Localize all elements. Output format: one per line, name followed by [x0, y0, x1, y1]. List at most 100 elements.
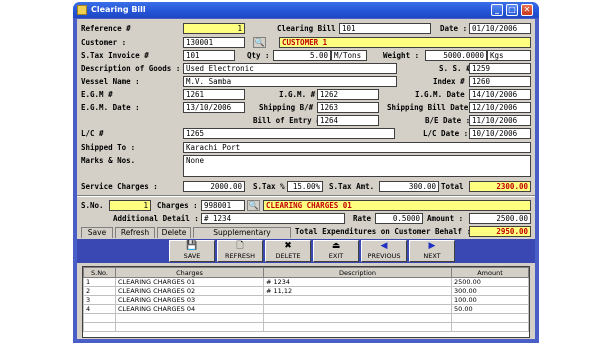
lc-field[interactable]: 1265	[183, 128, 395, 139]
charges-search-icon[interactable]: 🔍	[247, 200, 260, 211]
charges-grid[interactable]: S.No. Charges Description Amount 1 CLEARI…	[82, 266, 530, 338]
shipping-date-field[interactable]: 12/10/2006	[469, 102, 531, 113]
amount-label: Amount :	[427, 214, 464, 223]
shipping-field[interactable]: 1263	[317, 102, 379, 113]
window-title: Clearing Bill	[91, 5, 146, 14]
customer-name-field: CUSTOMER 1	[279, 37, 531, 48]
stax-amt-field: 300.00	[379, 181, 439, 192]
tab-delete[interactable]: Delete	[157, 227, 191, 238]
amount-field: 2500.00	[469, 213, 531, 224]
table-row[interactable]: 4 CLEARING CHARGES 04 50.00	[83, 304, 529, 314]
marks-field[interactable]: None	[183, 155, 531, 177]
exit-button[interactable]: ⏏ EXIT	[313, 240, 359, 262]
stax-invoice-label: S.Tax Invoice #	[81, 51, 149, 60]
table-row[interactable]	[83, 313, 529, 323]
app-icon	[77, 5, 87, 15]
refresh-button[interactable]: 🗋 REFRESH	[217, 240, 263, 262]
service-field[interactable]: 2000.00	[183, 181, 245, 192]
qty-label: Qty :	[247, 51, 270, 60]
goods-field[interactable]: Used Electronic	[183, 63, 397, 74]
total-exp-label: Total Expenditures on Customer Behalf :	[295, 227, 472, 236]
igm-field[interactable]: 1262	[317, 89, 379, 100]
date-label: Date :	[440, 24, 468, 33]
rate-field[interactable]: 0.5000	[375, 213, 423, 224]
table-row[interactable]: 2 CLEARING CHARGES 02 # 11,12 300.00	[83, 286, 529, 296]
right-arrow-icon: ▶	[428, 241, 436, 251]
be-date-label: B/E Date :	[425, 116, 471, 125]
close-button[interactable]: ✕	[521, 4, 533, 16]
reference-field[interactable]: 1	[183, 23, 245, 34]
qty-unit-field: M/Tons	[331, 50, 367, 61]
clearing-bill-window: Clearing Bill _ □ ✕ Reference # 1 Cleari…	[73, 2, 539, 343]
customer-label: Customer :	[81, 38, 127, 47]
action-toolbar: 💾 SAVE 🗋 REFRESH ✖ DELETE ⏏ EXIT ◀ PREVIOUS ▶…	[77, 239, 535, 263]
stax-invoice-field[interactable]: 101	[183, 50, 235, 61]
next-button[interactable]: ▶ NEXT	[409, 240, 455, 262]
tab-save[interactable]: Save	[81, 227, 113, 238]
delete-button[interactable]: ✖ DELETE	[265, 240, 311, 262]
column-header-description[interactable]: Description	[263, 267, 452, 278]
stax-pct-label: S.Tax %	[253, 182, 285, 191]
left-arrow-icon: ◀	[380, 241, 388, 251]
table-row[interactable]: 3 CLEARING CHARGES 03 100.00	[83, 295, 529, 305]
ss-field[interactable]: 1259	[469, 63, 531, 74]
lc-date-field[interactable]: 10/10/2006	[469, 128, 531, 139]
tab-supplementary-charges[interactable]: Supplementary Charges	[193, 227, 291, 247]
form-area: Reference # 1 Clearing Bill # 101 Date :…	[77, 19, 535, 339]
egm-label: E.G.M #	[81, 90, 113, 99]
igm-date-label: I.G.M. Date :	[415, 90, 474, 99]
previous-button[interactable]: ◀ PREVIOUS	[361, 240, 407, 262]
igm-date-field[interactable]: 14/10/2006	[469, 89, 531, 100]
vessel-field[interactable]: M.V. Samba	[183, 76, 397, 87]
clearing-bill-field[interactable]: 101	[339, 23, 431, 34]
column-header-charges[interactable]: Charges	[115, 267, 264, 278]
additional-field[interactable]: # 1234	[201, 213, 345, 224]
floppy-icon: 💾	[186, 241, 198, 251]
shipping-label: Shipping B/#	[259, 103, 314, 112]
entry-field[interactable]: 1264	[317, 115, 379, 126]
lc-date-label: L/C Date :	[423, 129, 469, 138]
column-header-sno[interactable]: S.No.	[83, 267, 116, 278]
stax-pct-field[interactable]: 15.00%	[287, 181, 323, 192]
document-icon: 🗋	[236, 241, 244, 251]
be-date-field[interactable]: 11/10/2006	[469, 115, 531, 126]
shipping-date-label: Shipping Bill Date :	[387, 103, 478, 112]
index-label: Index #	[433, 77, 465, 86]
index-field[interactable]: 1260	[469, 76, 531, 87]
sno-label: S.No. :	[81, 201, 113, 210]
shipped-label: Shipped To :	[81, 143, 136, 152]
weight-field[interactable]: 5000.0000	[425, 50, 487, 61]
marks-label: Marks & Nos.	[81, 156, 136, 165]
charges-label: Charges :	[157, 201, 198, 210]
customer-code-field[interactable]: 130001	[183, 37, 245, 48]
ss-label: S. S. #	[439, 64, 471, 73]
maximize-button[interactable]: □	[506, 4, 518, 16]
additional-label: Additional Detail :	[113, 214, 199, 223]
entry-label: Bill of Entry #	[253, 116, 321, 125]
shipped-field[interactable]: Karachi Port	[183, 142, 531, 153]
tab-refresh[interactable]: Refresh	[115, 227, 155, 238]
minimize-button[interactable]: _	[491, 4, 503, 16]
delete-x-icon: ✖	[284, 241, 292, 251]
section-divider	[77, 195, 535, 197]
table-row[interactable]: 1 CLEARING CHARGES 01 # 1234 2500.00	[83, 277, 529, 287]
stax-amt-label: S.Tax Amt. :	[329, 182, 384, 191]
clearing-bill-label: Clearing Bill #	[277, 24, 345, 33]
customer-search-icon[interactable]: 🔍	[253, 37, 266, 48]
total-exp-field: 2950.00	[469, 226, 531, 237]
sno-field[interactable]: 1	[109, 200, 151, 211]
egm-field[interactable]: 1261	[183, 89, 245, 100]
total-field: 2300.00	[469, 181, 531, 192]
charges-name-field: CLEARING CHARGES 01	[263, 200, 531, 211]
save-button[interactable]: 💾 SAVE	[169, 240, 215, 262]
qty-field[interactable]: 5.00	[273, 50, 331, 61]
charges-code-field[interactable]: 998001	[201, 200, 245, 211]
lc-label: L/C #	[81, 129, 104, 138]
title-bar[interactable]: Clearing Bill _ □ ✕	[73, 2, 539, 18]
egm-date-field[interactable]: 13/10/2006	[183, 102, 245, 113]
column-header-amount[interactable]: Amount	[451, 267, 529, 278]
table-row[interactable]	[83, 322, 529, 332]
date-field[interactable]: 01/10/2006	[469, 23, 531, 34]
exit-icon: ⏏	[331, 241, 341, 251]
egm-date-label: E.G.M. Date :	[81, 103, 140, 112]
